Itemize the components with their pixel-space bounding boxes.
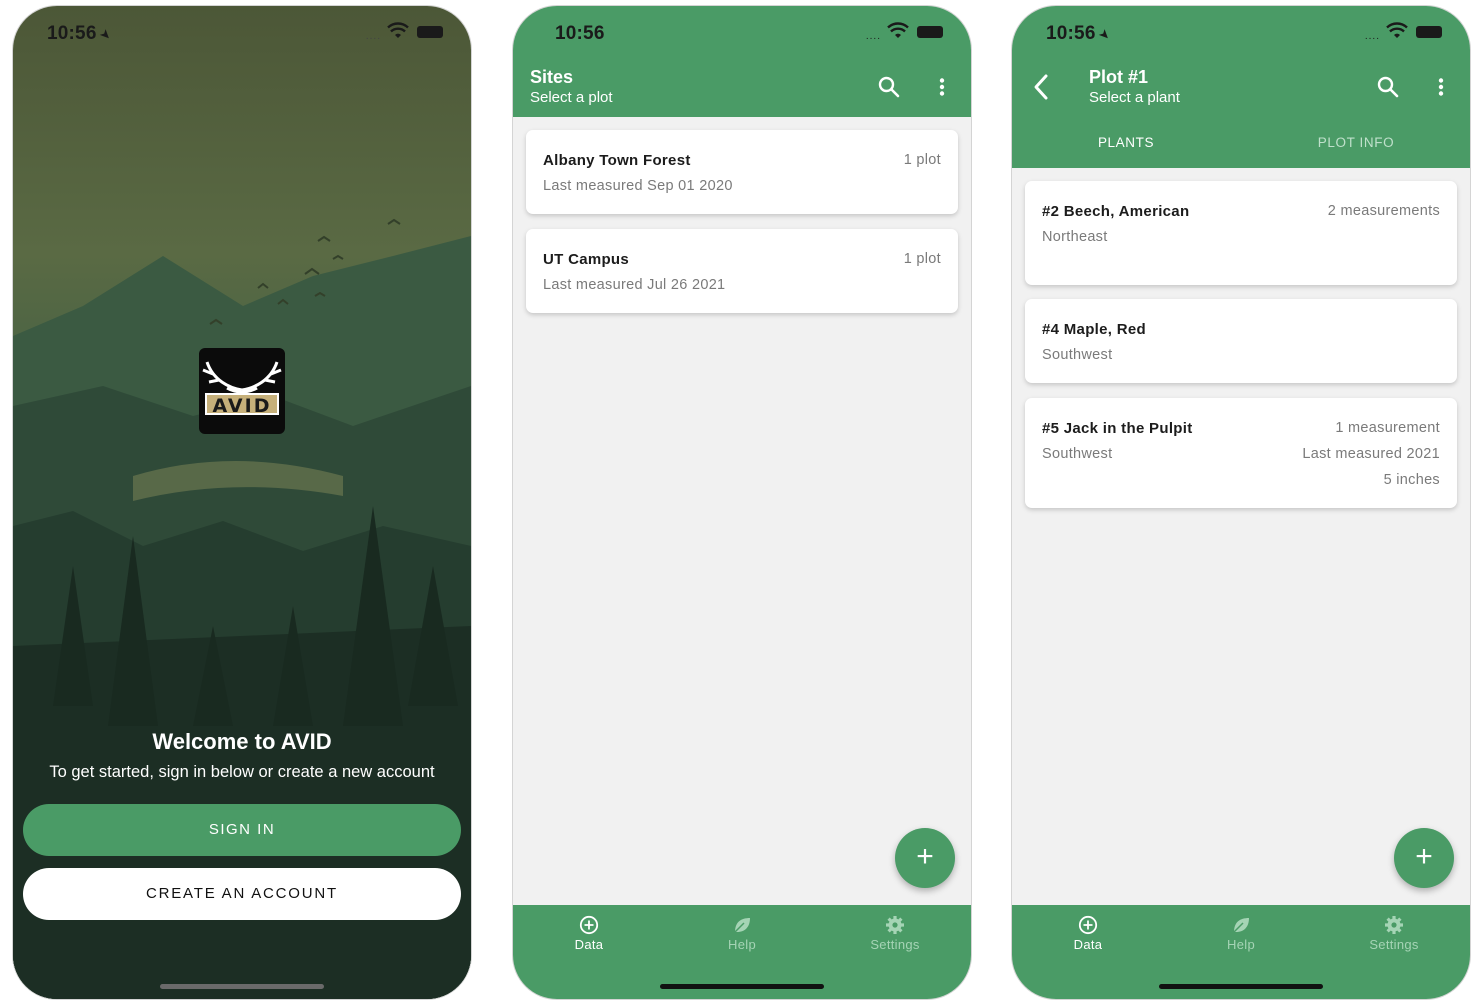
status-bar: 10:56 .... [513,6,971,60]
page-title: Sites [530,67,574,87]
nav-help-label: Help [728,937,756,952]
plant-name: #5 Jack in the Pulpit [1042,420,1193,437]
plant-measurement-count: 2 measurements [1327,203,1440,219]
plant-measurement-count: 1 measurement [1335,420,1440,436]
plot-screen: 10:56➤ .... Plot #1 Select a plant PLANT… [1012,6,1470,999]
plant-card[interactable]: #5 Jack in the Pulpit Southwest 1 measur… [1025,398,1457,508]
site-last-measured: Last measured Sep 01 2020 [543,178,733,194]
gear-icon [1385,916,1403,934]
home-indicator [160,984,324,989]
page-title: Plot #1 [1089,67,1149,87]
antler-icon [202,361,282,394]
app-bar: 10:56 .... Sites Select a plot [513,6,971,117]
logo-text: AVID [205,393,279,417]
app-bar: 10:56➤ .... Plot #1 Select a plant PLANT… [1012,6,1470,168]
nav-data-label: Data [1073,937,1103,952]
site-plot-count: 1 plot [903,152,941,168]
nav-help-label: Help [1227,937,1255,952]
plant-direction: Southwest [1042,446,1113,462]
leaf-icon [734,918,750,933]
welcome-title: Welcome to AVID [152,729,332,754]
page-subtitle: Select a plot [530,89,613,106]
nav-data[interactable]: Data [1028,915,1148,952]
clock: 10:56➤ [1046,23,1114,44]
wifi-icon [887,22,909,38]
battery-icon [1416,26,1442,38]
more-vert-icon[interactable] [1438,78,1444,96]
nav-settings-label: Settings [870,937,920,952]
clock: 10:56 [555,23,605,44]
home-indicator [660,984,824,989]
plant-card[interactable]: #2 Beech, American Northeast 2 measureme… [1025,181,1457,285]
plant-direction: Southwest [1042,347,1113,363]
signal-dots: .... [365,31,381,42]
create-account-button[interactable]: CREATE AN ACCOUNT [23,868,461,920]
site-name: UT Campus [543,251,630,268]
plant-size: 5 inches [1383,472,1440,488]
site-card[interactable]: UT Campus Last measured Jul 26 2021 1 pl… [526,229,958,313]
plant-name: #2 Beech, American [1042,203,1190,220]
add-plant-button[interactable]: + [1394,828,1454,888]
add-site-button[interactable]: + [895,828,955,888]
site-plot-count: 1 plot [903,251,941,267]
home-indicator [1159,984,1323,989]
signal-dots: .... [865,31,881,42]
site-card[interactable]: Albany Town Forest Last measured Sep 01 … [526,130,958,214]
nav-help[interactable]: Help [682,915,802,952]
add-circle-icon [1078,915,1098,935]
sign-in-button[interactable]: SIGN IN [23,804,461,856]
search-icon[interactable] [1376,75,1400,99]
welcome-subtitle: To get started, sign in below or create … [49,763,435,781]
avid-logo: AVID [199,348,285,434]
nav-data-label: Data [574,937,604,952]
page-subtitle: Select a plant [1089,89,1180,106]
leaf-icon [1233,918,1249,933]
signal-dots: .... [1364,31,1380,42]
add-circle-icon [579,915,599,935]
wifi-icon [387,22,409,38]
status-bar: 10:56➤ .... [13,6,471,60]
site-name: Albany Town Forest [543,152,691,169]
plant-name: #4 Maple, Red [1042,321,1146,338]
plant-direction: Northeast [1042,229,1108,245]
nav-help[interactable]: Help [1181,915,1301,952]
tab-plants[interactable]: PLANTS [1026,135,1226,150]
nav-settings[interactable]: Settings [1334,915,1454,952]
plant-last-measured: Last measured 2021 [1302,446,1440,462]
welcome-screen: 10:56➤ .... AVID Welcome to AVID To get … [13,6,471,999]
location-arrow-icon: ➤ [96,25,115,44]
status-bar: 10:56➤ .... [1012,6,1470,60]
nav-settings-label: Settings [1369,937,1419,952]
back-icon[interactable] [1032,73,1050,101]
location-arrow-icon: ➤ [1095,25,1114,44]
tab-plot-info[interactable]: PLOT INFO [1256,135,1456,150]
clock: 10:56➤ [47,23,115,44]
nav-settings[interactable]: Settings [835,915,955,952]
battery-icon [417,26,443,38]
gear-icon [886,916,904,934]
site-last-measured: Last measured Jul 26 2021 [543,277,726,293]
more-vert-icon[interactable] [939,78,945,96]
battery-icon [917,26,943,38]
sites-screen: 10:56 .... Sites Select a plot Albany To… [513,6,971,999]
search-icon[interactable] [877,75,901,99]
plant-card[interactable]: #4 Maple, Red Southwest [1025,299,1457,383]
nav-data[interactable]: Data [529,915,649,952]
wifi-icon [1386,22,1408,38]
